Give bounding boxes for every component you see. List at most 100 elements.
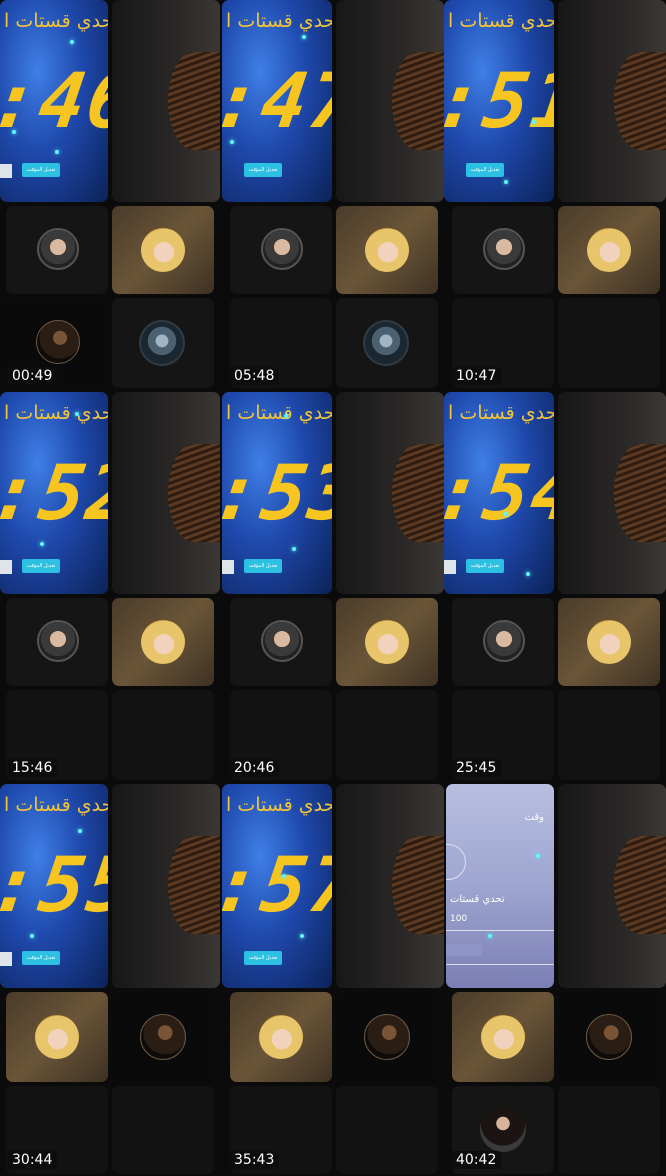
blank-field [0,952,12,966]
avatar [587,228,631,272]
camera-panel [558,392,666,594]
participant-tile [336,1086,438,1174]
video-thumbnail[interactable]: تحدي قستات ا :47 تعديل المؤقت 05:48 [222,0,444,392]
timer-screen: تحدي قستات ا :47 تعديل المؤقت [222,0,332,202]
camera-panel [112,392,220,594]
sparkle [302,35,306,39]
participant-face [168,836,220,934]
divider [446,964,554,965]
avatar [483,620,525,662]
participant-tile [558,298,660,388]
edit-timer-button: تعديل المؤقت [466,163,504,177]
participant-tile [6,206,108,294]
video-thumbnail[interactable]: تحدي قستات ا :53 تعديل المؤقت 20:46 [222,392,444,784]
camera-panel [336,784,444,988]
participant-tile [230,598,332,686]
participant-face [392,52,444,150]
participant-tile [112,690,214,780]
avatar [364,1014,410,1060]
video-thumbnail[interactable]: تحدي قستات ا :54 تعديل المؤقت 25:45 [444,392,666,784]
avatar [141,620,185,664]
avatar [365,620,409,664]
participant-tile [558,598,660,686]
timer-ring [446,844,466,880]
participant-tile [112,598,214,686]
blank-field [444,560,456,574]
sparkle [488,934,492,938]
sparkle [504,180,508,184]
video-thumbnail[interactable]: تحدي قستات ا :46 تعديل المؤقت 00:49 [0,0,222,392]
challenge-title: تحدي قستات ا [448,10,554,32]
challenge-title: تحدي قستات ا [4,402,108,424]
participant-tile [230,992,332,1082]
video-duration: 15:46 [7,759,58,777]
avatar [36,320,80,364]
edit-timer-button: تعديل المؤقت [466,559,504,573]
video-thumbnail[interactable]: تحدي قستات ا :52 تعديل المؤقت 15:46 [0,392,222,784]
camera-panel [112,784,220,988]
video-thumbnail[interactable]: وقت تحدي قستات 100 40:42 [444,784,666,1176]
video-duration: 40:42 [451,1151,502,1169]
participant-tile [336,598,438,686]
timer-digits: :52 [0,448,108,537]
sparkle [292,547,296,551]
participant-tile [452,598,554,686]
avatar [259,1015,303,1059]
timer-digits: :55 [0,840,108,929]
challenge-title: تحدي قستات ا [226,402,332,424]
video-duration: 25:45 [451,759,502,777]
sparkle [284,414,288,418]
timer-digits: :54 [444,448,554,537]
participant-tile [6,992,108,1082]
video-duration: 10:47 [451,367,502,385]
participant-tile [112,992,214,1082]
participant-tile [230,206,332,294]
avatar [140,1014,186,1060]
sparkle [40,542,44,546]
sparkle [55,150,59,154]
edit-timer-button: تعديل المؤقت [244,163,282,177]
edit-timer-button: تعديل المؤقت [244,559,282,573]
participant-tile [452,206,554,294]
participant-tile [112,1086,214,1174]
sparkle [536,854,540,858]
video-duration: 35:43 [229,1151,280,1169]
avatar [365,228,409,272]
blank-field [0,164,12,178]
video-duration: 00:49 [7,367,58,385]
timer-screen: تحدي قستات ا :55 تعديل المؤقت [0,784,108,988]
participant-tile [558,992,660,1082]
video-thumbnail[interactable]: تحدي قستات ا :51 تعديل المؤقت 10:47 [444,0,666,392]
sparkle [75,412,79,416]
edit-timer-button: تعديل المؤقت [22,559,60,573]
blank-field [0,560,12,574]
video-thumbnail[interactable]: تحدي قستات ا :57 تعديل المؤقت 35:43 [222,784,444,1176]
challenge-title: تحدي قستات ا [226,10,332,32]
participant-tile [336,206,438,294]
challenge-count: 100 [450,914,468,924]
avatar [481,1015,525,1059]
camera-panel [112,0,220,202]
camera-panel [558,784,666,988]
avatar [139,320,185,366]
sparkle [30,934,34,938]
timer-screen: تحدي قستات ا :52 تعديل المؤقت [0,392,108,594]
video-duration: 20:46 [229,759,280,777]
challenge-title: تحدي قستات ا [4,10,108,32]
participant-tile [336,992,438,1082]
screen-title: وقت [524,812,544,823]
avatar [480,1106,526,1152]
edit-timer-button: تعديل المؤقت [22,163,60,177]
video-thumbnail[interactable]: تحدي قستات ا :55 تعديل المؤقت 30:44 [0,784,222,1176]
sparkle [300,934,304,938]
participant-tile [112,298,214,388]
avatar [37,620,79,662]
participant-face [168,52,220,150]
participant-face [392,444,444,542]
sparkle [12,130,16,134]
participant-tile [112,206,214,294]
avatar [261,228,303,270]
participant-tile [558,690,660,780]
participant-tile [336,298,438,388]
edit-timer-button: تعديل المؤقت [244,951,282,965]
